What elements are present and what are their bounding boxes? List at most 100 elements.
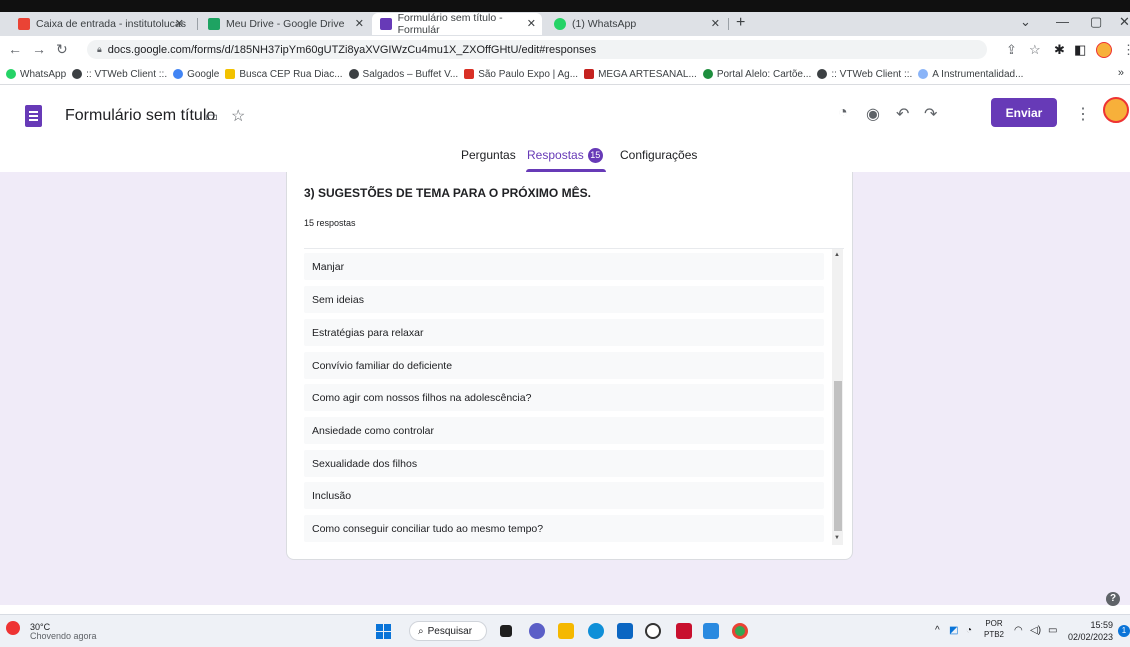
tab-separator: [197, 18, 198, 30]
tab-drive[interactable]: Meu Drive - Google Drive ✕: [200, 13, 370, 35]
google-forms-icon[interactable]: [25, 105, 42, 127]
edge-icon[interactable]: [588, 623, 604, 639]
preview-eye-icon[interactable]: ◉: [866, 104, 880, 124]
volume-icon[interactable]: ◁): [1030, 625, 1041, 636]
redo-icon[interactable]: ↷: [924, 104, 937, 124]
tab-title: Caixa de entrada - institutolucas: [36, 18, 186, 30]
bookmark-item[interactable]: :: VTWeb Client ::.: [817, 69, 912, 80]
bookmark-item[interactable]: A Instrumentalidad...: [918, 69, 1023, 80]
responses-count-badge: 15: [587, 148, 603, 163]
chevron-up-icon[interactable]: ^: [935, 625, 940, 636]
chrome-icon[interactable]: [732, 623, 748, 639]
taskbar-search[interactable]: ⌕ Pesquisar: [409, 621, 487, 641]
mega-icon: [584, 69, 595, 79]
response-list[interactable]: Manjar Sem ideias Estratégias para relax…: [304, 248, 844, 545]
minimize-button[interactable]: —: [1056, 14, 1069, 29]
battery-icon[interactable]: ▭: [1048, 625, 1057, 636]
palette-icon[interactable]: ◔: [838, 104, 848, 122]
tray-app-icon[interactable]: ◔: [966, 625, 972, 636]
file-explorer-icon[interactable]: [558, 623, 574, 639]
question-card: 3) SUGESTÕES DE TEMA PARA O PRÓXIMO MÊS.…: [286, 172, 853, 560]
language-indicator[interactable]: POR PTB2: [984, 618, 1004, 640]
more-bookmarks-button[interactable]: »: [1118, 67, 1124, 79]
share-icon[interactable]: ⇪: [1006, 42, 1017, 58]
windows-taskbar: 30°C Chovendo agora ⌕ Pesquisar ^ ◩ ◔ PO…: [0, 614, 1130, 647]
weather-icon[interactable]: [6, 621, 20, 635]
store-icon[interactable]: [617, 623, 633, 639]
avatar[interactable]: [1103, 97, 1129, 123]
clock-date: 02/02/2023: [1068, 632, 1114, 642]
bookmark-item[interactable]: WhatsApp: [6, 69, 66, 80]
whatsapp-icon: [6, 69, 16, 79]
help-icon[interactable]: ?: [1106, 592, 1120, 606]
notification-badge[interactable]: 1: [1118, 625, 1130, 637]
tab-search-icon[interactable]: ⌄: [1020, 14, 1031, 30]
extensions-icon[interactable]: ✱: [1054, 42, 1065, 58]
form-title[interactable]: Formulário sem título: [65, 107, 215, 125]
sidepanel-icon[interactable]: ◧: [1074, 42, 1086, 58]
close-window-button[interactable]: ✕: [1119, 14, 1130, 30]
bookmark-item[interactable]: Google: [173, 69, 219, 80]
bookmark-label: :: VTWeb Client ::.: [831, 68, 913, 80]
send-button[interactable]: Enviar: [991, 98, 1057, 127]
profile-avatar-small[interactable]: [1096, 42, 1112, 61]
back-icon[interactable]: ←: [8, 41, 22, 57]
teams-chat-icon[interactable]: [529, 623, 545, 639]
bookmark-item[interactable]: Salgados – Buffet V...: [348, 69, 458, 80]
maximize-button[interactable]: ▢: [1090, 14, 1102, 30]
bookmarks-bar: WhatsApp :: VTWeb Client ::. Google Busc…: [0, 64, 1130, 85]
bookmark-label: Portal Alelo: Cartõe...: [716, 68, 812, 80]
app-icon[interactable]: [703, 623, 719, 639]
tab-whatsapp[interactable]: (1) WhatsApp ✕: [546, 13, 726, 35]
task-view-icon[interactable]: [500, 625, 512, 637]
weather-desc: Chovendo agora: [30, 631, 97, 641]
bookmark-item[interactable]: Busca CEP Rua Diac...: [225, 68, 343, 80]
scroll-up-icon[interactable]: ▲: [834, 252, 840, 258]
bookmark-item[interactable]: São Paulo Expo | Ag...: [464, 69, 578, 80]
network-app-icon[interactable]: ◩: [949, 625, 958, 636]
star-icon[interactable]: ☆: [231, 106, 245, 126]
weather-widget[interactable]: 30°C Chovendo agora: [30, 623, 97, 641]
windows-start-icon[interactable]: [376, 624, 391, 639]
tab-forms[interactable]: Formulário sem título - Formulár ✕: [372, 12, 542, 36]
bookmark-label: Busca CEP Rua Diac...: [239, 68, 343, 80]
folder-icon[interactable]: ▭: [205, 108, 218, 125]
language-label: POR: [985, 619, 1003, 628]
google-icon: [173, 69, 184, 79]
drive-icon: [208, 18, 220, 30]
reload-icon[interactable]: ↻: [56, 41, 68, 58]
tab-responses[interactable]: Respostas 15: [527, 148, 603, 163]
mcafee-icon[interactable]: [676, 623, 692, 639]
new-tab-button[interactable]: +: [736, 14, 745, 32]
clock-time: 15:59: [1090, 620, 1114, 630]
bookmark-star-icon[interactable]: ☆: [1029, 42, 1041, 58]
bookmark-item[interactable]: MEGA ARTESANAL...: [584, 69, 697, 80]
lock-icon: 🔒︎: [97, 44, 102, 54]
close-icon[interactable]: ✕: [527, 17, 536, 30]
wifi-icon[interactable]: ◠: [1014, 625, 1023, 636]
globe-icon: [817, 69, 828, 79]
undo-icon[interactable]: ↶: [896, 104, 909, 124]
close-icon[interactable]: ✕: [711, 17, 720, 30]
bookmark-item[interactable]: Portal Alelo: Cartõe...: [702, 68, 812, 80]
taskbar-clock[interactable]: 15:59 02/02/2023: [1068, 619, 1113, 643]
dell-icon[interactable]: [645, 623, 661, 639]
close-icon[interactable]: ✕: [175, 17, 184, 30]
browser-menu-icon[interactable]: ⋮: [1122, 42, 1130, 58]
close-icon[interactable]: ✕: [355, 17, 364, 30]
scrollbar-thumb[interactable]: [834, 381, 842, 531]
bookmark-label: São Paulo Expo | Ag...: [478, 68, 579, 80]
tab-gmail[interactable]: Caixa de entrada - institutolucas ✕: [10, 13, 190, 35]
question-title: 3) SUGESTÕES DE TEMA PARA O PRÓXIMO MÊS.: [304, 186, 591, 200]
list-item: Convívio familiar do deficiente: [304, 352, 824, 379]
forward-icon[interactable]: →: [32, 41, 46, 57]
scroll-down-icon[interactable]: ▼: [834, 535, 840, 541]
tab-settings[interactable]: Configurações: [620, 148, 697, 162]
forms-icon: [380, 18, 392, 30]
address-bar[interactable]: 🔒︎ docs.google.com/forms/d/185NH37ipYm60…: [87, 40, 987, 59]
tab-title: Meu Drive - Google Drive: [226, 18, 345, 30]
more-options-icon[interactable]: ⋮: [1075, 104, 1091, 124]
bookmark-item[interactable]: :: VTWeb Client ::.: [72, 69, 167, 80]
scrollbar[interactable]: ▲ ▼: [832, 249, 843, 545]
tab-questions[interactable]: Perguntas: [461, 148, 516, 162]
